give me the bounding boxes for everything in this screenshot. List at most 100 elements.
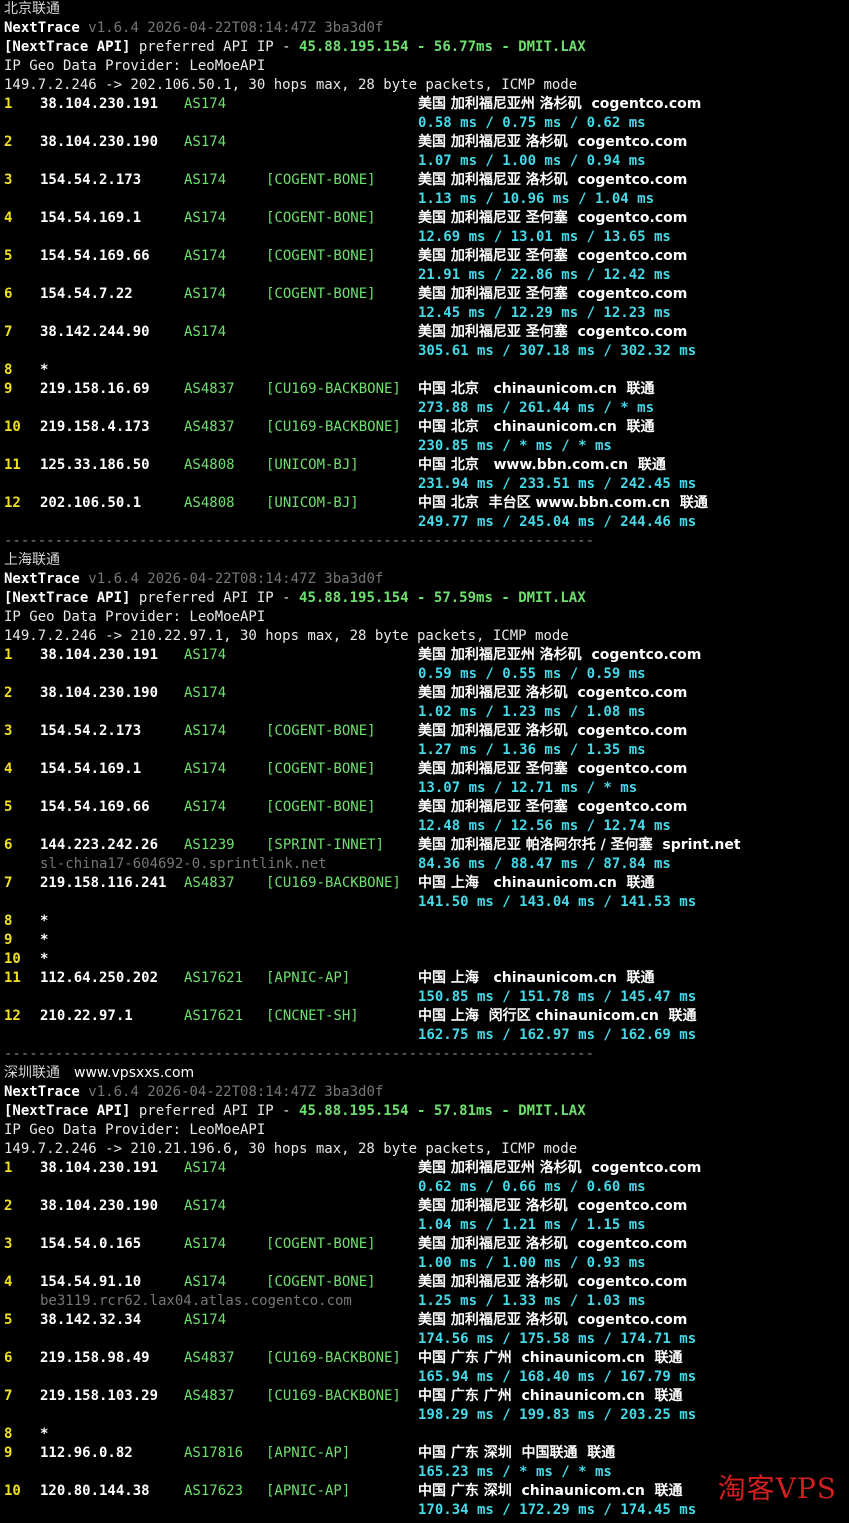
hop-number: 7 bbox=[4, 1388, 13, 1404]
hop-number: 9 bbox=[4, 381, 13, 397]
hop-rtt-row: 1.13 ms / 10.96 ms / 1.04 ms bbox=[0, 190, 849, 209]
hop-asn: AS4837 bbox=[184, 875, 235, 891]
api-dash: - bbox=[492, 590, 519, 606]
hop-asn: AS4837 bbox=[184, 381, 235, 397]
hop-asn: AS4808 bbox=[184, 457, 235, 473]
hop-row: 7 38.142.244.90 AS174 美国 加利福尼亚 圣何塞 cogentco… bbox=[0, 323, 849, 342]
hop-asn: AS174 bbox=[184, 1160, 227, 1176]
block-title: 上海联通 bbox=[4, 552, 60, 568]
hop-number: 10 bbox=[4, 419, 21, 435]
hop-rtt-row: 1.27 ms / 1.36 ms / 1.35 ms bbox=[0, 741, 849, 760]
block-title: 北京联通 bbox=[4, 1, 60, 17]
hop-rtt: 1.07 ms / 1.00 ms / 0.94 ms bbox=[418, 153, 646, 169]
hop-asn: AS174 bbox=[184, 761, 227, 777]
hop-ip: 38.142.244.90 bbox=[40, 324, 150, 340]
hop-rtt: 12.45 ms / 12.29 ms / 12.23 ms bbox=[418, 305, 671, 321]
hop-ip: 112.96.0.82 bbox=[40, 1445, 133, 1461]
api-pop: DMIT.LAX bbox=[518, 1103, 586, 1119]
hop-row: 9 112.96.0.82 AS17816 [APNIC-AP] 中国 广东 深圳 中国… bbox=[0, 1444, 849, 1463]
hop-tag: [APNIC-AP] bbox=[266, 1445, 351, 1461]
api-text: preferred API IP - bbox=[130, 1103, 300, 1119]
hop-number: 11 bbox=[4, 457, 21, 473]
hop-rtt: 165.23 ms / * ms / * ms bbox=[418, 1464, 612, 1480]
hop-asn: AS174 bbox=[184, 1198, 227, 1214]
hop-tag: [UNICOM-BJ] bbox=[266, 495, 359, 511]
hop-number: 6 bbox=[4, 286, 13, 302]
hop-rtt-row: 230.85 ms / * ms / * ms bbox=[0, 437, 849, 456]
hop-geo: 中国 广东 广州 chinaunicom.cn 联通 bbox=[418, 1350, 683, 1366]
route-summary: 149.7.2.246 -> 210.21.196.6, 30 hops max… bbox=[4, 1141, 578, 1157]
hop-geo: 美国 加利福尼亚 洛杉矶 cogentco.com bbox=[418, 685, 688, 701]
hop-row: 3 154.54.0.165 AS174 [COGENT-BONE] 美国 加利福尼亚 … bbox=[0, 1235, 849, 1254]
hop-geo: 美国 加利福尼亚 圣何塞 cogentco.com bbox=[418, 286, 688, 302]
hop-number: 2 bbox=[4, 1198, 13, 1214]
hop-tag: [CU169-BACKBONE] bbox=[266, 1388, 401, 1404]
hop-tag: [CU169-BACKBONE] bbox=[266, 419, 401, 435]
hop-row: 4 154.54.169.1 AS174 [COGENT-BONE] 美国 加利福尼亚 … bbox=[0, 760, 849, 779]
hop-rtt-row: 305.61 ms / 307.18 ms / 302.32 ms bbox=[0, 342, 849, 361]
hop-rtt-row: 13.07 ms / 12.71 ms / * ms bbox=[0, 779, 849, 798]
hop-rtt: 170.34 ms / 172.29 ms / 174.45 ms bbox=[418, 1502, 697, 1518]
hop-tag: [CU169-BACKBONE] bbox=[266, 381, 401, 397]
hop-rtt: 0.62 ms / 0.66 ms / 0.60 ms bbox=[418, 1179, 646, 1195]
hop-asn: AS174 bbox=[184, 286, 227, 302]
hop-row: 9 * bbox=[0, 931, 849, 950]
hop-row: 11 112.64.250.202 AS17621 [APNIC-AP] 中国 上海 c… bbox=[0, 969, 849, 988]
hop-number: 10 bbox=[4, 1483, 21, 1499]
hop-number: 3 bbox=[4, 172, 13, 188]
api-label: [NextTrace API] bbox=[4, 590, 131, 606]
hop-row: 7 219.158.103.29 AS4837 [CU169-BACKBONE] 中国 … bbox=[0, 1387, 849, 1406]
hop-asn: AS4837 bbox=[184, 419, 235, 435]
watermark-logo: 淘客VPS bbox=[717, 1472, 837, 1505]
nexttrace-header: NextTrace v1.6.4 2026-04-22T08:14:47Z 3b… bbox=[4, 19, 383, 38]
hop-number: 12 bbox=[4, 1008, 21, 1024]
hop-rtt: 198.29 ms / 199.83 ms / 203.25 ms bbox=[418, 1407, 697, 1423]
block-title-line: 上海联通 bbox=[0, 551, 849, 570]
hop-number: 6 bbox=[4, 1350, 13, 1366]
hop-rtt-row: 12.48 ms / 12.56 ms / 12.74 ms bbox=[0, 817, 849, 836]
hop-geo: 美国 加利福尼亚 圣何塞 cogentco.com bbox=[418, 210, 688, 226]
hop-asn: AS17816 bbox=[184, 1445, 244, 1461]
route-line: 149.7.2.246 -> 210.21.196.6, 30 hops max… bbox=[0, 1140, 849, 1159]
hop-geo: 美国 加利福尼亚 洛杉矶 cogentco.com bbox=[418, 1236, 688, 1252]
hop-ip: 219.158.4.173 bbox=[40, 419, 150, 435]
hop-number: 10 bbox=[4, 951, 21, 967]
api-pop: DMIT.LAX bbox=[518, 590, 586, 606]
hop-rtt: 1.13 ms / 10.96 ms / 1.04 ms bbox=[418, 191, 655, 207]
hop-rtt-row: 12.69 ms / 13.01 ms / 13.65 ms bbox=[0, 228, 849, 247]
hop-row: 1 38.104.230.191 AS174 美国 加利福尼亚州 洛杉矶 cogent… bbox=[0, 646, 849, 665]
hop-asn: AS17621 bbox=[184, 1008, 244, 1024]
hop-ip: 154.54.2.173 bbox=[40, 172, 142, 188]
hop-rtt-row: be3119.rcr62.lax04.atlas.cogentco.com 1.2… bbox=[0, 1292, 849, 1311]
hop-row: 8 * bbox=[0, 361, 849, 380]
app-version: v1.6.4 2026-04-22T08:14:47Z 3ba3d0f bbox=[88, 1084, 384, 1100]
hop-rtt: 1.02 ms / 1.23 ms / 1.08 ms bbox=[418, 704, 646, 720]
hop-rtt: 0.59 ms / 0.55 ms / 0.59 ms bbox=[418, 666, 646, 682]
api-line: [NextTrace API] preferred API IP - 45.88… bbox=[0, 589, 849, 608]
hop-rtt: 273.88 ms / 261.44 ms / * ms bbox=[418, 400, 655, 416]
hop-row: 6 154.54.7.22 AS174 [COGENT-BONE] 美国 加利福尼亚 圣… bbox=[0, 285, 849, 304]
hop-asn: AS174 bbox=[184, 723, 227, 739]
hop-rtt-row: 273.88 ms / 261.44 ms / * ms bbox=[0, 399, 849, 418]
nexttrace-header: NextTrace v1.6.4 2026-04-22T08:14:47Z 3b… bbox=[4, 1083, 383, 1102]
hop-geo: 美国 加利福尼亚州 洛杉矶 cogentco.com bbox=[418, 1160, 702, 1176]
hop-geo: 美国 加利福尼亚 圣何塞 cogentco.com bbox=[418, 761, 688, 777]
provider-line: IP Geo Data Provider: LeoMoeAPI bbox=[0, 1121, 849, 1140]
api-dash: - bbox=[492, 39, 519, 55]
hop-row: 5 38.142.32.34 AS174 美国 加利福尼亚 洛杉矶 cogentco.… bbox=[0, 1311, 849, 1330]
hop-ip: * bbox=[40, 362, 49, 378]
hop-rtt: 165.94 ms / 168.40 ms / 167.79 ms bbox=[418, 1369, 697, 1385]
hop-row: 5 154.54.169.66 AS174 [COGENT-BONE] 美国 加利福尼亚… bbox=[0, 247, 849, 266]
hop-rtt: 12.69 ms / 13.01 ms / 13.65 ms bbox=[418, 229, 671, 245]
separator-line: ----------------------------------------… bbox=[0, 1045, 849, 1064]
hop-rtt: 13.07 ms / 12.71 ms / * ms bbox=[418, 780, 638, 796]
hop-geo: 美国 加利福尼亚州 洛杉矶 cogentco.com bbox=[418, 96, 702, 112]
app-version: v1.6.4 2026-04-22T08:14:47Z 3ba3d0f bbox=[88, 20, 384, 36]
hop-geo: 美国 加利福尼亚 圣何塞 cogentco.com bbox=[418, 324, 688, 340]
hop-geo: 中国 上海 chinaunicom.cn 联通 bbox=[418, 970, 655, 986]
nexttrace-version-line: NextTrace v1.6.4 2026-04-22T08:14:47Z 3b… bbox=[0, 19, 849, 38]
hop-rtt-row: 21.91 ms / 22.86 ms / 12.42 ms bbox=[0, 266, 849, 285]
hop-ip: 38.104.230.190 bbox=[40, 685, 159, 701]
hop-row: 2 38.104.230.190 AS174 美国 加利福尼亚 洛杉矶 cogentc… bbox=[0, 1197, 849, 1216]
hop-number: 6 bbox=[4, 837, 13, 853]
